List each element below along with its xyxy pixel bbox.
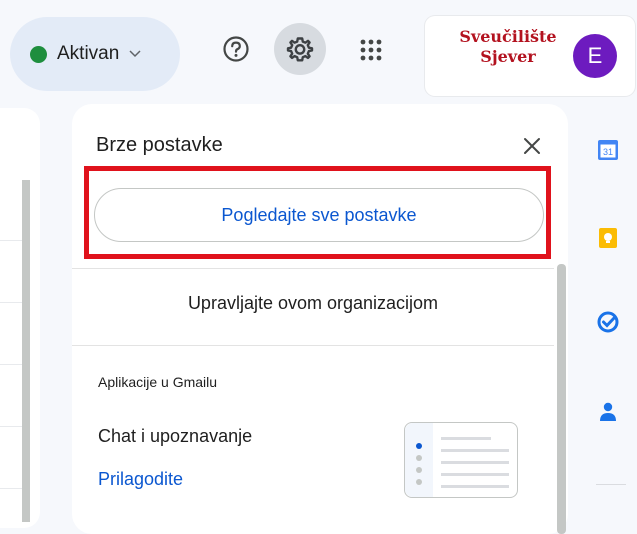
gear-icon bbox=[286, 35, 314, 63]
manage-organization-link[interactable]: Upravljajte ovom organizacijom bbox=[72, 293, 554, 314]
mail-row-divider bbox=[0, 302, 22, 303]
thumbnail-line bbox=[441, 473, 509, 476]
thumbnail-line bbox=[441, 461, 509, 464]
chat-setting-label: Chat i upoznavanje bbox=[98, 426, 253, 446]
organization-logo: Sveučilište Sjever bbox=[459, 27, 557, 66]
quick-settings-panel: Brze postavke Pogledajte sve postavke Up… bbox=[72, 104, 568, 534]
calendar-badge: 31 bbox=[603, 147, 613, 157]
tasks-icon[interactable] bbox=[596, 310, 620, 334]
thumbnail-dot bbox=[416, 443, 422, 449]
divider bbox=[72, 268, 554, 269]
top-bar: Aktivan Sveučilište Sjever E bbox=[0, 0, 637, 100]
keep-icon[interactable] bbox=[596, 226, 620, 250]
thumbnail-dot bbox=[416, 455, 422, 461]
account-switcher[interactable]: Sveučilište Sjever E bbox=[425, 16, 635, 96]
thumbnail-line bbox=[441, 449, 509, 452]
mail-row-divider bbox=[0, 426, 22, 427]
chevron-down-icon bbox=[129, 50, 141, 58]
quick-settings-title: Brze postavke bbox=[96, 134, 223, 156]
help-icon[interactable] bbox=[219, 32, 253, 66]
settings-gear-button[interactable] bbox=[274, 23, 326, 75]
status-active-dot bbox=[30, 45, 47, 63]
thumbnail-dot bbox=[416, 467, 422, 473]
divider bbox=[72, 345, 554, 346]
close-icon[interactable] bbox=[520, 134, 544, 158]
mail-row-divider bbox=[0, 240, 22, 241]
customize-link[interactable]: Prilagodite bbox=[98, 469, 183, 490]
see-all-settings-button[interactable]: Pogledajte sve postavke bbox=[94, 188, 544, 242]
mail-row-divider bbox=[0, 488, 22, 489]
status-label: Aktivan bbox=[57, 43, 120, 64]
rail-divider bbox=[596, 484, 626, 485]
mail-list-scrollbar[interactable] bbox=[22, 180, 30, 522]
thumbnail-line bbox=[441, 485, 509, 488]
apps-grid-icon[interactable] bbox=[356, 35, 386, 65]
contacts-icon[interactable] bbox=[596, 400, 620, 424]
thumbnail-line bbox=[441, 437, 491, 440]
mail-row-divider bbox=[0, 364, 22, 365]
calendar-icon[interactable]: 31 bbox=[596, 138, 620, 162]
quick-settings-scrollbar[interactable] bbox=[557, 264, 566, 534]
chat-layout-thumbnail[interactable] bbox=[404, 422, 518, 498]
mail-list-panel bbox=[0, 108, 40, 528]
avatar[interactable]: E bbox=[573, 34, 617, 78]
status-selector[interactable]: Aktivan bbox=[10, 17, 180, 91]
apps-section-heading: Aplikacije u Gmailu bbox=[98, 374, 218, 390]
thumbnail-dot bbox=[416, 479, 422, 485]
